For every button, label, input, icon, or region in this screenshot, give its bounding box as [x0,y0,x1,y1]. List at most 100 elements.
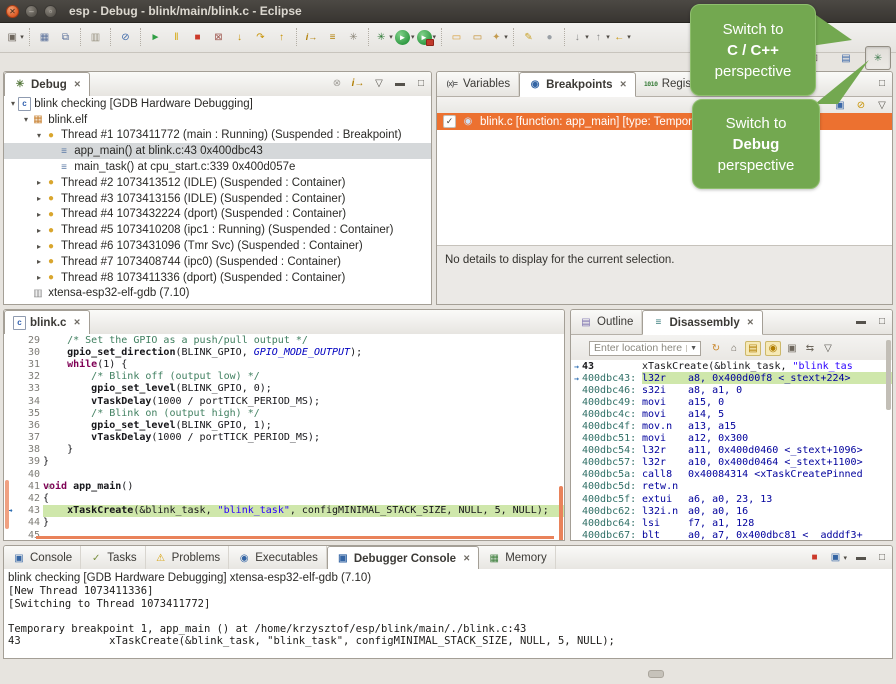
chevron-down-icon[interactable]: ▾ [20,33,24,41]
code-line[interactable]: 38 } [4,444,564,456]
breakpoints-list[interactable]: ✓ ◉ blink.c [function: app_main] [type: … [437,113,892,304]
debug-tree-row[interactable]: ▸● Thread #5 1073410208 (ipc1 : Running)… [4,222,431,238]
disassembly-source-row[interactable]: →43xTaskCreate(&blink_task, "blink_tas [571,360,892,372]
view-menu-button[interactable]: ▽ [372,77,386,90]
tab-tasks[interactable]: ✓Tasks [81,546,145,570]
disassembly-instruction-row[interactable]: 400dbc5d:retw.n [571,481,892,493]
new-view-button[interactable]: ▣ [785,342,799,355]
expander-icon[interactable]: ▸ [34,178,44,187]
expander-icon[interactable]: ▸ [34,242,44,251]
disassembly-instruction-row[interactable]: 400dbc4c:movia14, 5 [571,408,892,420]
tab-console[interactable]: ▣Console [4,546,81,570]
location-input[interactable]: Enter location here ▼ [589,341,701,356]
close-icon[interactable]: ✕ [620,79,627,90]
code-editor[interactable]: 29 /* Set the GPIO as a push/pull output… [4,334,564,540]
chevron-down-icon[interactable]: ▾ [627,33,631,41]
expander-icon[interactable]: ▾ [34,131,44,140]
external-tools-button[interactable]: ►▾ [417,26,437,48]
view-menu-button[interactable]: ▽ [821,342,835,355]
terminate-button[interactable]: ■ [188,26,207,48]
maximize-view-button[interactable]: □ [875,551,889,564]
expander-icon[interactable]: ▾ [21,115,31,124]
debug-launch-button[interactable]: ✳▾ [374,26,393,48]
trace-control-button[interactable]: ✳ [344,26,363,48]
code-line[interactable]: 34 vTaskDelay(1000 / portTICK_PERIOD_MS)… [4,395,564,407]
disassembly-listing[interactable]: →43xTaskCreate(&blink_task, "blink_tas→4… [571,360,892,540]
open-console-button[interactable]: ▣▾ [828,551,847,564]
minimize-view-button[interactable]: ▬ [854,315,868,328]
code-line[interactable]: 29 /* Set the GPIO as a push/pull output… [4,334,564,346]
tab-outline[interactable]: ▤Outline [571,310,642,334]
code-line[interactable]: 39} [4,456,564,468]
refresh-button[interactable]: ↻ [709,342,723,355]
code-line[interactable]: 41⊖void app_main() [4,480,564,492]
disassembly-instruction-row[interactable]: 400dbc51:movia12, 0x300 [571,433,892,445]
window-resize-grip[interactable] [648,670,664,678]
code-line[interactable]: 44} [4,517,564,529]
debug-tree-row[interactable]: ▸● Thread #2 1073413512 (IDLE) (Suspende… [4,175,431,191]
close-icon[interactable]: ✕ [747,317,754,328]
new-wizard-button[interactable]: ▣▾ [5,26,24,48]
tab-problems[interactable]: ⚠Problems [146,546,230,570]
chevron-down-icon[interactable]: ▾ [504,33,508,41]
debug-perspective-button[interactable]: ✳ [865,46,891,70]
show-source-button[interactable]: ▤ [745,341,761,356]
window-close-button[interactable]: ✕ [6,5,19,18]
editor-horizontal-scrollbar[interactable] [36,536,554,539]
code-line[interactable]: 42{ [4,492,564,504]
debug-tree-row[interactable]: ▸● Thread #8 1073411336 (dport) (Suspend… [4,270,431,286]
disassembly-instruction-row[interactable]: 400dbc5a:call80x40084314 <xTaskCreatePin… [571,469,892,481]
minimize-view-button[interactable]: ▬ [854,551,868,564]
window-maximize-button[interactable]: ▫ [44,5,57,18]
remove-all-terminated-button[interactable]: ⊗ [330,77,344,90]
tab-debugger-console[interactable]: ▣Debugger Console✕ [327,546,479,571]
disassembly-instruction-row[interactable]: 400dbc57:l32ra10, 0x400d0464 <_stext+110… [571,457,892,469]
link-editor-button[interactable]: ⇆ [803,342,817,355]
debug-tree-row[interactable]: ≡ main_task() at cpu_start.c:339 0x400d0… [4,159,431,175]
disassembly-instruction-row[interactable]: 400dbc49:movia15, 0 [571,396,892,408]
resume-button[interactable]: ► [146,26,165,48]
tab-breakpoints[interactable]: ◉Breakpoints✕ [519,72,636,97]
expander-icon[interactable]: ▸ [34,194,44,203]
disassembly-instruction-row[interactable]: 400dbc54:l32ra11, 0x400d0460 <_stext+109… [571,445,892,457]
instruction-stepping-button[interactable]: i→ [351,77,365,90]
instruction-stepping-button[interactable]: i→ [302,26,321,48]
code-line[interactable]: 30 gpio_set_direction(BLINK_GPIO, GPIO_M… [4,346,564,358]
tab-disassembly[interactable]: ≡Disassembly✕ [642,310,762,335]
disassembly-instruction-row[interactable]: →400dbc43:l32ra8, 0x400d00f8 <_stext+224… [571,372,892,384]
chevron-down-icon[interactable]: ▾ [606,33,610,41]
debug-tree-row[interactable]: ≡ app_main() at blink.c:43 0x400dbc43 [4,143,431,159]
maximize-view-button[interactable]: □ [414,77,428,90]
chevron-down-icon[interactable]: ▾ [389,33,393,41]
show-view-list-button[interactable]: ≡ [323,26,342,48]
world-button[interactable]: ● [540,26,559,48]
close-icon[interactable]: ✕ [463,553,470,564]
disassembly-instruction-row[interactable]: 400dbc67:blta0, a7, 0x400dbc81 <__adddf3… [571,529,892,540]
chevron-down-icon[interactable]: ▾ [411,33,415,41]
code-line[interactable]: 31 while(1) { [4,358,564,370]
cpp-perspective-button[interactable]: ▤ [833,46,859,70]
debug-tree-row[interactable]: ▥ xtensa-esp32-elf-gdb (7.10) [4,286,431,302]
debug-tree-row[interactable]: ▸● Thread #7 1073408744 (ipc0) (Suspende… [4,254,431,270]
tab-blink-c[interactable]: cblink.c✕ [4,310,90,335]
build-all-button[interactable]: ▥ [86,26,105,48]
code-line[interactable]: 36 gpio_set_level(BLINK_GPIO, 1); [4,419,564,431]
expander-icon[interactable]: ▸ [34,226,44,235]
tab-debug[interactable]: ✳Debug✕ [4,72,90,97]
step-return-button[interactable]: ↑ [272,26,291,48]
expander-icon[interactable]: ▸ [34,257,44,266]
skip-all-button[interactable]: ⊘ [854,99,868,112]
console-output[interactable]: blink checking [GDB Hardware Debugging] … [4,569,892,658]
disconnect-button[interactable]: ⊠ [209,26,228,48]
open-folder-button[interactable]: ▭ [468,26,487,48]
disassembly-scrollbar[interactable] [886,340,891,410]
previous-annotation-button[interactable]: ↑▾ [591,26,610,48]
view-menu-button[interactable]: ▽ [875,99,889,112]
tab-executables[interactable]: ◉Executables [229,546,327,570]
home-button[interactable]: ⌂ [727,342,741,355]
disassembly-instruction-row[interactable]: 400dbc62:l32i.na0, a0, 16 [571,505,892,517]
code-line[interactable]: 40 [4,468,564,480]
maximize-view-button[interactable]: □ [875,77,889,90]
debug-tree-row[interactable]: ▸● Thread #6 1073431096 (Tmr Svc) (Suspe… [4,238,431,254]
chevron-down-icon[interactable]: ▾ [585,33,589,41]
